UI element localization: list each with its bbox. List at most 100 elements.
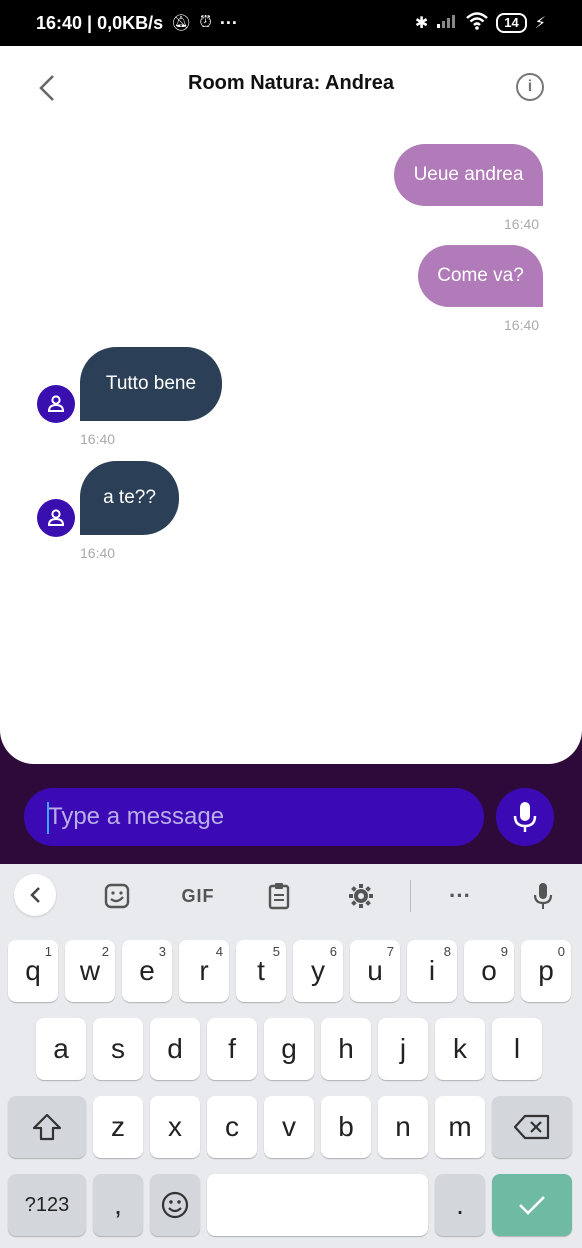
key-label: c (225, 1111, 239, 1142)
more-notifications-icon: ··· (219, 12, 238, 33)
key-g[interactable]: g (264, 1018, 314, 1080)
key-w[interactable]: w2 (65, 940, 115, 1002)
avatar[interactable] (37, 499, 75, 537)
key-label: b (338, 1111, 354, 1142)
sticker-icon (104, 883, 130, 909)
text-cursor (47, 802, 49, 834)
period-key[interactable]: . (435, 1174, 485, 1236)
user-icon (47, 509, 65, 526)
wifi-icon (466, 11, 489, 35)
avatar[interactable] (37, 385, 75, 423)
signal-icon (436, 13, 458, 34)
shift-icon (32, 1113, 62, 1141)
key-f[interactable]: f (207, 1018, 257, 1080)
key-v[interactable]: v (264, 1096, 314, 1158)
key-label: m (448, 1111, 472, 1142)
key-k[interactable]: k (435, 1018, 485, 1080)
message-time: 16:40 (80, 545, 116, 561)
chat-header: Room Natura: Andrea i (0, 46, 582, 128)
keyboard: GIF ··· q1 w2 e3 r4 t5 y6 u7 i8 o9 p0 a … (0, 864, 582, 1248)
key-e[interactable]: e3 (122, 940, 172, 1002)
shift-key[interactable] (8, 1096, 86, 1158)
alarm-icon: ⏰︎ (199, 14, 212, 31)
gif-button[interactable]: GIF (178, 876, 218, 916)
message-text: Tutto bene (105, 373, 197, 394)
key-c[interactable]: c (207, 1096, 257, 1158)
chevron-left-icon (30, 887, 40, 903)
mute-icon: 🔕︎ (171, 15, 192, 32)
backspace-key[interactable] (492, 1096, 572, 1158)
message-input[interactable] (24, 788, 484, 846)
checkmark-icon (519, 1196, 545, 1215)
status-time: 16:40 | 0,0KB/s (36, 12, 164, 33)
key-r[interactable]: r4 (179, 940, 229, 1002)
message-bubble-incoming[interactable]: a te?? (80, 461, 179, 535)
keyboard-collapse-button[interactable] (14, 874, 56, 916)
message-time: 16:40 (504, 216, 540, 232)
chat-panel: Room Natura: Andrea i Ueue andrea 16:40 … (0, 46, 582, 764)
key-hint: 2 (101, 944, 109, 959)
key-o[interactable]: o9 (464, 940, 514, 1002)
key-label: i (428, 955, 436, 986)
key-m[interactable]: m (435, 1096, 485, 1158)
gear-icon (349, 884, 373, 908)
clipboard-button[interactable] (264, 876, 294, 916)
message-text: a te?? (103, 487, 156, 508)
key-hint: 6 (329, 944, 337, 959)
info-icon: i (527, 78, 533, 95)
key-b[interactable]: b (321, 1096, 371, 1158)
info-button[interactable]: i (516, 73, 544, 101)
message-text: Come va? (437, 265, 524, 286)
key-label: t (257, 955, 265, 986)
key-z[interactable]: z (93, 1096, 143, 1158)
key-y[interactable]: y6 (293, 940, 343, 1002)
key-label: a (53, 1033, 69, 1064)
emoji-key[interactable] (150, 1174, 200, 1236)
key-hint: 4 (215, 944, 223, 959)
voice-message-button[interactable] (496, 788, 554, 846)
key-h[interactable]: h (321, 1018, 371, 1080)
key-hint: 5 (272, 944, 280, 959)
message-bubble-outgoing[interactable]: Come va? (418, 245, 543, 307)
key-label: n (395, 1111, 411, 1142)
status-bar: 16:40 | 0,0KB/s 🔕︎ ⏰︎ ··· ✱ 14 ⚡︎ (0, 0, 582, 46)
key-n[interactable]: n (378, 1096, 428, 1158)
more-options-button[interactable]: ··· (440, 876, 480, 916)
key-label: k (453, 1033, 467, 1064)
key-label: j (399, 1033, 407, 1064)
sticker-button[interactable] (100, 876, 134, 916)
key-label: d (167, 1033, 183, 1064)
key-hint: 9 (500, 944, 508, 959)
key-label: r (199, 955, 209, 986)
battery-indicator: 14 (496, 13, 527, 33)
key-i[interactable]: i8 (407, 940, 457, 1002)
voice-input-button[interactable] (528, 876, 558, 916)
emoji-icon (161, 1191, 189, 1219)
key-s[interactable]: s (93, 1018, 143, 1080)
space-key[interactable] (207, 1174, 428, 1236)
key-hint: 7 (386, 944, 394, 959)
comma-key[interactable]: , (93, 1174, 143, 1236)
settings-button[interactable] (344, 876, 378, 916)
key-t[interactable]: t5 (236, 940, 286, 1002)
key-label: p (538, 955, 554, 986)
key-d[interactable]: d (150, 1018, 200, 1080)
message-bubble-incoming[interactable]: Tutto bene (80, 347, 222, 421)
key-x[interactable]: x (150, 1096, 200, 1158)
enter-key[interactable] (492, 1174, 572, 1236)
message-text: Ueue andrea (413, 164, 524, 185)
key-q[interactable]: q1 (8, 940, 58, 1002)
symbols-key[interactable]: ?123 (8, 1174, 86, 1236)
message-bubble-outgoing[interactable]: Ueue andrea (394, 144, 543, 206)
key-label: u (367, 955, 383, 986)
key-a[interactable]: a (36, 1018, 86, 1080)
key-label: q (25, 955, 41, 986)
microphone-icon (533, 883, 553, 909)
key-label: v (282, 1111, 296, 1142)
key-label: w (79, 955, 101, 986)
key-p[interactable]: p0 (521, 940, 571, 1002)
charging-icon: ⚡︎ (534, 15, 546, 32)
key-j[interactable]: j (378, 1018, 428, 1080)
key-u[interactable]: u7 (350, 940, 400, 1002)
key-l[interactable]: l (492, 1018, 542, 1080)
